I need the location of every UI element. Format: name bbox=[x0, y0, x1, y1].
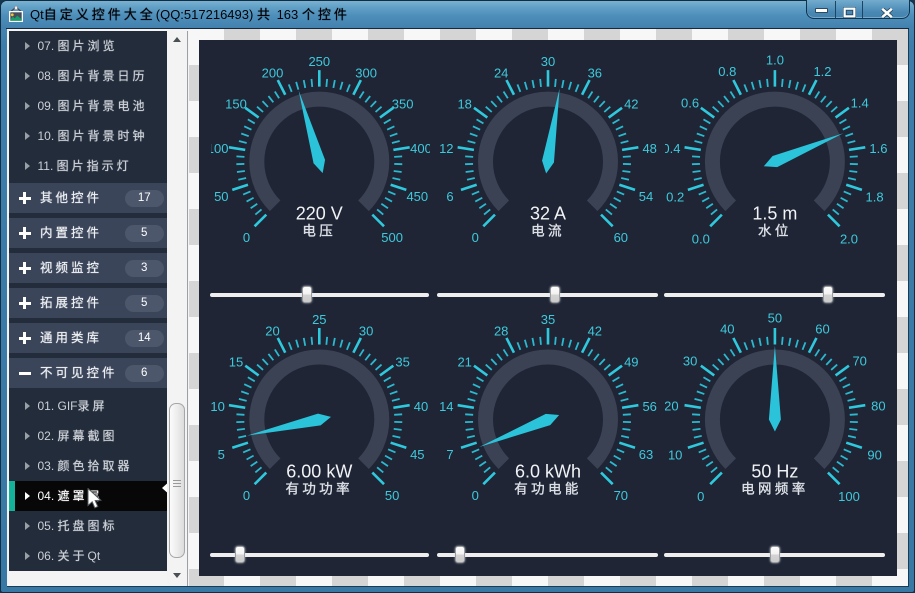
svg-text:80: 80 bbox=[871, 399, 885, 414]
svg-text:14: 14 bbox=[439, 399, 453, 414]
svg-text:6.00 kW: 6.00 kW bbox=[286, 462, 352, 482]
svg-text:1.2: 1.2 bbox=[813, 64, 831, 79]
svg-text:30: 30 bbox=[541, 54, 555, 69]
svg-text:30: 30 bbox=[682, 354, 696, 369]
svg-text:0.6: 0.6 bbox=[681, 96, 699, 111]
svg-text:6: 6 bbox=[446, 189, 453, 204]
svg-text:0.0: 0.0 bbox=[691, 231, 709, 246]
svg-text:100: 100 bbox=[838, 489, 860, 504]
svg-text:42: 42 bbox=[624, 97, 638, 112]
svg-text:35: 35 bbox=[395, 355, 409, 370]
svg-text:0.2: 0.2 bbox=[666, 190, 684, 205]
svg-text:500: 500 bbox=[381, 230, 403, 245]
svg-text:300: 300 bbox=[355, 65, 377, 80]
svg-text:1.8: 1.8 bbox=[865, 190, 883, 205]
svg-text:有功电能: 有功电能 bbox=[514, 482, 582, 497]
svg-text:60: 60 bbox=[815, 322, 829, 337]
svg-text:5: 5 bbox=[218, 447, 225, 462]
svg-text:6.0 kWh: 6.0 kWh bbox=[515, 462, 581, 482]
svg-text:12: 12 bbox=[439, 141, 453, 156]
svg-text:0: 0 bbox=[243, 488, 250, 503]
svg-text:21: 21 bbox=[457, 355, 471, 370]
svg-text:15: 15 bbox=[229, 355, 243, 370]
svg-text:24: 24 bbox=[494, 65, 508, 80]
svg-text:0: 0 bbox=[243, 230, 250, 245]
svg-text:42: 42 bbox=[588, 323, 602, 338]
svg-text:0: 0 bbox=[472, 230, 479, 245]
svg-text:1.6: 1.6 bbox=[869, 141, 887, 156]
svg-text:48: 48 bbox=[642, 141, 656, 156]
svg-text:2.0: 2.0 bbox=[839, 231, 857, 246]
svg-text:90: 90 bbox=[867, 448, 881, 463]
svg-text:32 A: 32 A bbox=[530, 204, 566, 224]
svg-text:水位: 水位 bbox=[757, 224, 791, 239]
svg-text:50 Hz: 50 Hz bbox=[751, 462, 798, 482]
svg-text:50: 50 bbox=[385, 488, 399, 503]
svg-text:70: 70 bbox=[614, 488, 628, 503]
svg-text:100: 100 bbox=[211, 141, 228, 156]
svg-text:50: 50 bbox=[214, 189, 228, 204]
svg-text:400: 400 bbox=[410, 141, 429, 156]
svg-text:1.4: 1.4 bbox=[850, 96, 868, 111]
svg-text:40: 40 bbox=[720, 322, 734, 337]
svg-text:电压: 电压 bbox=[302, 224, 336, 239]
svg-text:1.0: 1.0 bbox=[765, 52, 783, 67]
svg-text:36: 36 bbox=[588, 65, 602, 80]
svg-text:220 V: 220 V bbox=[296, 204, 343, 224]
svg-text:50: 50 bbox=[767, 310, 781, 325]
svg-text:20: 20 bbox=[665, 399, 679, 414]
svg-text:54: 54 bbox=[639, 189, 653, 204]
svg-text:电流: 电流 bbox=[531, 224, 565, 239]
svg-text:0.4: 0.4 bbox=[665, 141, 680, 156]
svg-text:1.5 m: 1.5 m bbox=[752, 204, 797, 224]
svg-text:45: 45 bbox=[410, 447, 424, 462]
svg-text:7: 7 bbox=[446, 447, 453, 462]
svg-text:30: 30 bbox=[359, 323, 373, 338]
svg-text:56: 56 bbox=[642, 399, 656, 414]
svg-text:35: 35 bbox=[541, 312, 555, 327]
svg-text:63: 63 bbox=[639, 447, 653, 462]
svg-text:40: 40 bbox=[414, 399, 428, 414]
svg-text:10: 10 bbox=[667, 448, 681, 463]
svg-text:10: 10 bbox=[211, 399, 225, 414]
svg-text:450: 450 bbox=[406, 189, 428, 204]
svg-text:350: 350 bbox=[392, 97, 414, 112]
svg-text:18: 18 bbox=[457, 97, 471, 112]
svg-text:28: 28 bbox=[494, 323, 508, 338]
svg-text:200: 200 bbox=[262, 65, 284, 80]
svg-text:0.8: 0.8 bbox=[718, 64, 736, 79]
svg-text:250: 250 bbox=[308, 54, 330, 69]
svg-text:有功功率: 有功功率 bbox=[285, 481, 353, 497]
svg-text:70: 70 bbox=[852, 354, 866, 369]
svg-text:电网频率: 电网频率 bbox=[741, 481, 809, 497]
svg-text:20: 20 bbox=[265, 323, 279, 338]
svg-text:25: 25 bbox=[312, 312, 326, 327]
svg-text:0: 0 bbox=[472, 488, 479, 503]
svg-text:0: 0 bbox=[697, 489, 704, 504]
svg-text:150: 150 bbox=[225, 97, 247, 112]
svg-text:49: 49 bbox=[624, 355, 638, 370]
svg-text:60: 60 bbox=[614, 230, 628, 245]
